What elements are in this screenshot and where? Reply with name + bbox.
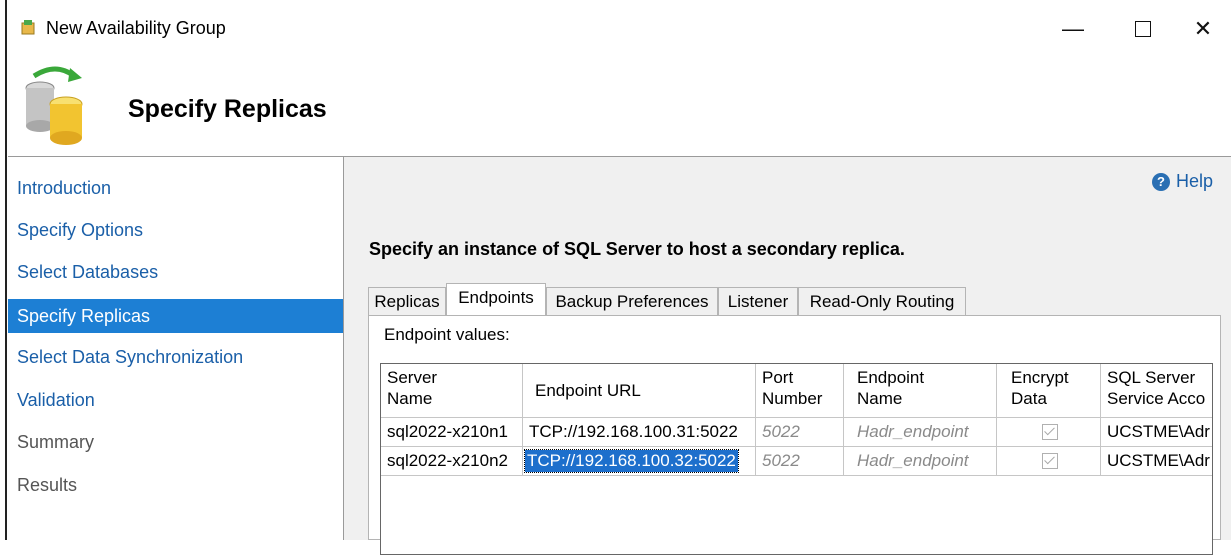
table-cell-endpoint-url[interactable]: TCP://192.168.100.31:5022 xyxy=(523,418,756,447)
header-line: Name xyxy=(857,389,903,408)
header-line: Server xyxy=(387,368,438,387)
table-cell-server-name[interactable]: sql2022-x210n2 xyxy=(381,447,523,476)
endpoints-panel: Endpoint values: Server Name Endpoint UR… xyxy=(368,315,1221,555)
table-cell-endpoint-name[interactable]: Hadr_endpoint xyxy=(844,418,997,447)
maximize-button[interactable] xyxy=(1118,12,1168,46)
close-button[interactable]: ✕ xyxy=(1178,12,1228,46)
database-replica-icon xyxy=(25,66,83,145)
instruction-text: Specify an instance of SQL Server to hos… xyxy=(369,239,905,259)
sidebar-item-specify-options[interactable]: Specify Options xyxy=(8,213,343,247)
endpoint-values-label: Endpoint values: xyxy=(384,325,510,344)
column-header-encrypt-data[interactable]: Encrypt Data xyxy=(997,364,1101,418)
table-cell-endpoint-name[interactable]: Hadr_endpoint xyxy=(844,447,997,476)
table-cell-port-number[interactable]: 5022 xyxy=(756,447,844,476)
header-line: SQL Server xyxy=(1107,368,1196,387)
maximize-icon xyxy=(1135,21,1151,37)
column-header-server-name[interactable]: Server Name xyxy=(381,364,523,418)
minimize-icon: — xyxy=(1062,16,1084,41)
selected-endpoint-url[interactable]: TCP://192.168.100.32:5022 xyxy=(524,449,739,473)
table-cell-encrypt-data xyxy=(997,447,1101,476)
header-line: Encrypt xyxy=(1011,368,1069,387)
help-icon: ? xyxy=(1151,172,1170,191)
column-header-port-number[interactable]: Port Number xyxy=(756,364,844,418)
sidebar-item-introduction[interactable]: Introduction xyxy=(8,171,343,205)
help-label: Help xyxy=(1175,171,1213,191)
column-header-service-account[interactable]: SQL Server Service Acco xyxy=(1101,364,1212,418)
tab-endpoints[interactable]: Endpoints xyxy=(446,283,546,315)
tab-backup-preferences[interactable]: Backup Preferences xyxy=(546,287,718,315)
table-cell-port-number[interactable]: 5022 xyxy=(756,418,844,447)
header-line: Endpoint xyxy=(857,368,925,387)
wizard-window: New Availability Group — ✕ Specify Repli… xyxy=(0,0,1231,555)
tab-listener[interactable]: Listener xyxy=(718,287,798,315)
sidebar-item-validation[interactable]: Validation xyxy=(8,383,343,417)
sidebar-item-select-data-synchronization[interactable]: Select Data Synchronization xyxy=(8,340,343,374)
checkbox-checked-icon xyxy=(1042,453,1058,469)
availability-group-app-icon xyxy=(21,20,35,35)
header-line: Number xyxy=(762,389,823,408)
table-cell-encrypt-data xyxy=(997,418,1101,447)
minimize-button[interactable]: — xyxy=(1048,12,1098,46)
table-cell-service-account[interactable]: UCSTME\Adr xyxy=(1101,447,1212,476)
sidebar-item-summary: Summary xyxy=(17,432,95,452)
checkbox-checked-icon xyxy=(1042,424,1058,440)
window-border xyxy=(5,0,7,540)
page-title: Specify Replicas xyxy=(128,95,327,123)
table-cell-endpoint-url-selected[interactable]: TCP://192.168.100.32:5022 xyxy=(523,447,756,476)
content-area: ? Help Specify an instance of SQL Server… xyxy=(344,157,1231,555)
table-cell-service-account[interactable]: UCSTME\Adr xyxy=(1101,418,1212,447)
tab-read-only-routing[interactable]: Read-Only Routing xyxy=(798,287,966,315)
column-header-endpoint-name[interactable]: Endpoint Name xyxy=(844,364,997,418)
close-icon: ✕ xyxy=(1193,16,1213,41)
help-link[interactable]: ? Help xyxy=(1151,171,1213,192)
header-line: Endpoint URL xyxy=(535,381,641,400)
sidebar: Introduction Specify Options Select Data… xyxy=(8,157,343,540)
table-cell-server-name[interactable]: sql2022-x210n1 xyxy=(381,418,523,447)
title-bar: New Availability Group — ✕ xyxy=(8,8,1231,48)
column-header-endpoint-url[interactable]: Endpoint URL xyxy=(523,364,756,418)
sidebar-item-specify-replicas[interactable]: Specify Replicas xyxy=(8,299,343,333)
sidebar-item-select-databases[interactable]: Select Databases xyxy=(8,255,343,289)
sidebar-item-results: Results xyxy=(17,475,78,495)
endpoints-grid[interactable]: Server Name Endpoint URL Port Number End… xyxy=(380,363,1213,555)
header-line: Data xyxy=(1011,389,1047,408)
tab-replicas[interactable]: Replicas xyxy=(368,287,446,315)
header-line: Service Acco xyxy=(1107,389,1206,408)
header-line: Port xyxy=(762,368,794,387)
header-line: Name xyxy=(387,389,433,408)
window-title: New Availability Group xyxy=(46,18,226,38)
